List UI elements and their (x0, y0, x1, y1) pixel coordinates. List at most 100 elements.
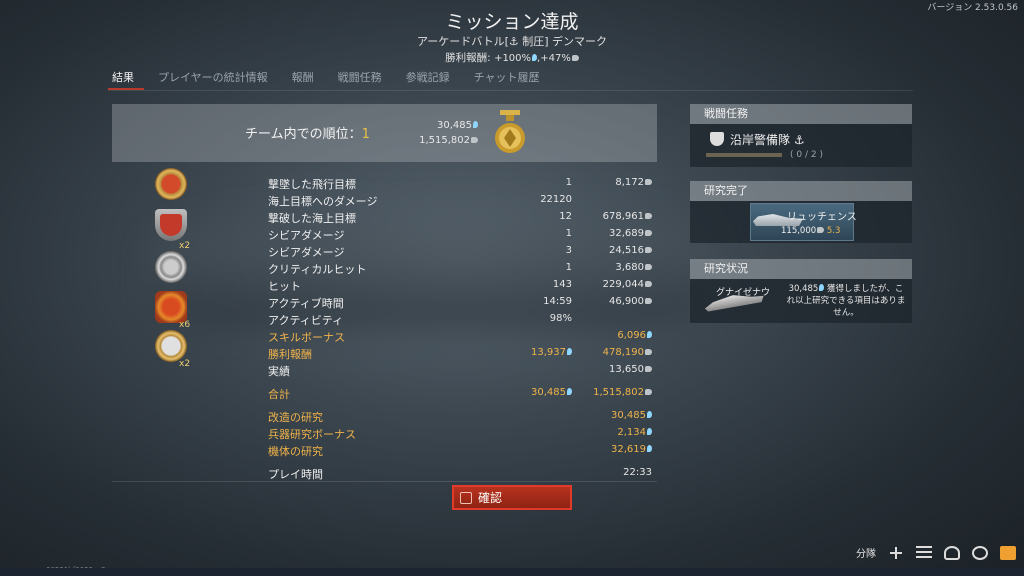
rp-icon (567, 348, 572, 355)
stat-value: 22120 (540, 194, 572, 205)
confirm-button[interactable]: 確認 (452, 485, 572, 510)
stat-label: 機体の研究 (268, 445, 323, 458)
stat-value-text: 143 (552, 279, 572, 290)
stat-value: 8,172 (615, 177, 652, 188)
stat-label: クリティカルヒット (268, 263, 367, 276)
silver-lion-icon (817, 227, 825, 233)
stat-label: シビアダメージ (268, 229, 345, 242)
stat-value: 1 (566, 177, 572, 188)
battle-stats-table: 撃墜した飛行目標 1 8,172 海上目標へのダメージ 22120 撃破した海上目標 12 6… (268, 176, 658, 483)
stat-value: 229,044 (603, 279, 652, 290)
stat-row: シビアダメージ 1 32,689 (268, 227, 658, 244)
stat-value: 1 (566, 228, 572, 239)
stat-row: スキルボーナス 6,096 (268, 329, 658, 346)
squad-label: 分隊 (856, 549, 876, 560)
stat-value-text: 32,689 (609, 228, 644, 239)
stat-row: アクティビティ 98% (268, 312, 658, 329)
research-rp: 30,485 (788, 284, 819, 294)
silver-lion-icon (645, 264, 652, 270)
page-title: ミッション達成 (445, 11, 579, 33)
ship-cost: 115,000 (781, 226, 817, 236)
stat-label: ヒット (268, 280, 301, 293)
rank-rp: 30,485 (437, 120, 472, 131)
stat-value: 30,485 (611, 410, 652, 421)
stat-value-text: 12 (559, 211, 572, 222)
tab-battle-log[interactable]: 参戦記録 (402, 70, 454, 90)
mail-icon[interactable] (1000, 545, 1016, 560)
gold-medal-icon (495, 110, 525, 153)
tab-results[interactable]: 結果 (108, 70, 144, 90)
stat-value: 13,650 (609, 364, 652, 375)
stat-value: 98% (550, 313, 572, 324)
contacts-icon[interactable] (944, 545, 960, 560)
researched-ship-values: 115,000 5.3 (781, 226, 840, 236)
research-complete-panel: 研究完了 リュッチェンス 115,000 5.3 (690, 181, 912, 243)
stat-value-text: 98% (549, 313, 572, 324)
rank-silver: 1,515,802 (419, 135, 470, 146)
stat-value-text: 24,516 (609, 245, 644, 256)
stat-value: 22:33 (623, 467, 652, 478)
stat-value: 24,516 (609, 245, 652, 256)
team-rank-panel: チーム内での順位：1 30,485 1,515,802 (112, 104, 657, 162)
stat-label: プレイ時間 (268, 468, 323, 481)
research-status-text: 30,485 獲得しましたが、これ以上研究できる項目はありません。 (786, 283, 906, 319)
tab-rewards[interactable]: 報酬 (288, 70, 318, 90)
stat-label: 勝利報酬 (268, 348, 312, 361)
stat-value-text: 1,515,802 (593, 387, 644, 398)
silver-lion-icon (471, 137, 478, 143)
tab-divider (108, 90, 913, 91)
confirm-label: 確認 (478, 491, 503, 505)
footer-bar: 分隊 (856, 545, 1016, 560)
researched-ship-name: リュッチェンス (787, 212, 857, 223)
task-progress-bar (706, 153, 782, 157)
fighter-award-icon (155, 168, 187, 200)
stat-value: 6,096 (617, 330, 652, 341)
silver-lion-icon (645, 213, 652, 219)
square-button-icon (460, 491, 472, 504)
stat-value-text: 13,937 (531, 347, 566, 358)
chat-icon[interactable] (972, 545, 988, 560)
stat-row: 改造の研究 30,485 (268, 409, 658, 426)
team-rank-label: チーム内での順位：1 (245, 123, 370, 142)
battle-task-panel: 戦闘任務 沿岸警備隊 ⚓ ( 0 / 2 ) (690, 104, 912, 167)
research-status-panel: 研究状況 グナイゼナウ 30,485 獲得しましたが、これ以上研究できる項目はあ… (690, 259, 912, 323)
shield-icon (710, 132, 724, 146)
battle-rating: 5.3 (826, 226, 841, 236)
stat-value: 1 (566, 262, 572, 273)
stat-value-text: 1 (565, 262, 572, 273)
add-squad-icon[interactable] (888, 546, 904, 560)
stat-value-text: 478,190 (602, 347, 644, 358)
stat-row: アクティブ時間 14:59 46,900 (268, 295, 658, 312)
award-multiplier: x2 (179, 359, 191, 369)
stat-value: 13,937 (531, 347, 572, 358)
tab-battle-tasks[interactable]: 戦闘任務 (334, 70, 386, 90)
reward-label: 勝利報酬: (445, 52, 491, 64)
battle-subtitle: アーケードバトル[⚓ 制圧] デンマーク (416, 35, 608, 48)
stat-value: 32,689 (609, 228, 652, 239)
battle-task-item[interactable]: 沿岸警備隊 ⚓ ( 0 / 2 ) (690, 124, 912, 167)
stat-label: 海上目標へのダメージ (268, 195, 378, 208)
stat-value: 678,961 (603, 211, 652, 222)
stat-value: 3 (566, 245, 572, 256)
stat-label: シビアダメージ (268, 246, 345, 259)
silver-lion-icon (645, 247, 652, 253)
silver-lion-icon (645, 281, 652, 287)
bottom-divider (112, 481, 657, 482)
tab-player-stats[interactable]: プレイヤーの統計情報 (154, 70, 272, 90)
fist-award-icon (155, 251, 187, 283)
list-icon[interactable] (916, 545, 932, 560)
researched-ship-card[interactable]: リュッチェンス 115,000 5.3 (750, 203, 857, 241)
stat-row: 機体の研究 32,619 (268, 443, 658, 460)
rank-position: 1 (361, 127, 370, 142)
stat-value: 478,190 (603, 347, 652, 358)
battle-task-name: 沿岸警備隊 ⚓ (730, 133, 805, 147)
stat-value: 12 (559, 211, 572, 222)
reward-silver: ,+47% (537, 53, 571, 64)
stat-value: 30,485 (531, 387, 572, 398)
stat-label: 改造の研究 (268, 411, 323, 424)
stat-value: 1,515,802 (593, 387, 652, 398)
rp-icon (647, 445, 652, 452)
tab-chat-history[interactable]: チャット履歴 (470, 70, 544, 90)
stat-value: 46,900 (609, 296, 652, 307)
stat-value-text: 3 (565, 245, 572, 256)
